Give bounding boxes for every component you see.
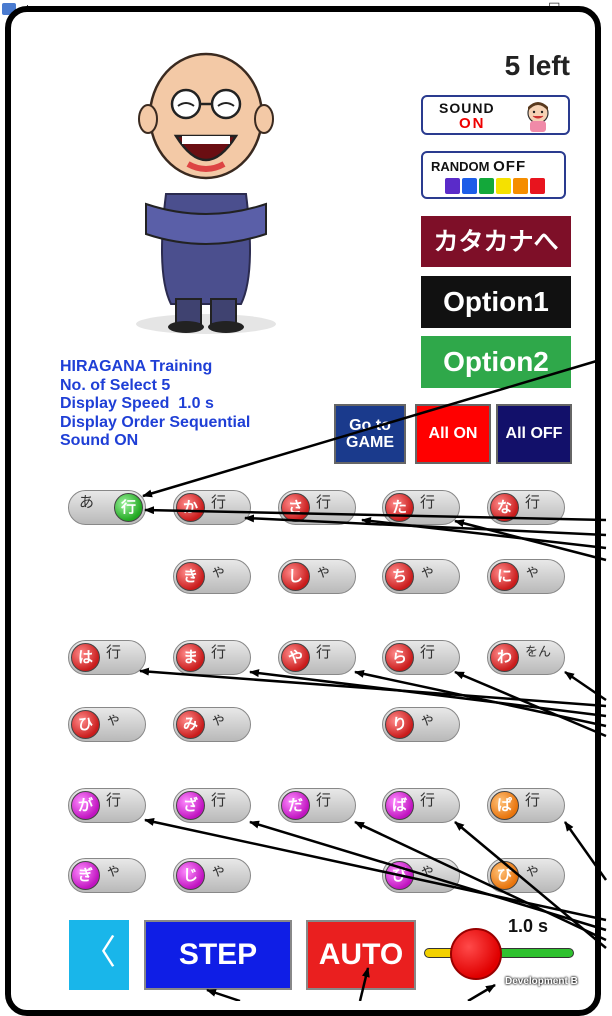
arrow-line (454, 821, 607, 949)
arrow-line (358, 967, 370, 1001)
arrow-line (354, 669, 607, 728)
arrow-line (564, 670, 607, 702)
arrow-line (563, 821, 608, 881)
arrow-line (249, 669, 607, 718)
arrow-line (454, 519, 607, 562)
arrow-line (144, 506, 607, 522)
annotation-arrows (139, 358, 608, 1001)
arrow-line (467, 983, 496, 1001)
arrow-line (144, 817, 607, 922)
arrow-line (142, 358, 601, 498)
arrow-line (206, 988, 241, 1001)
arrow-line (354, 820, 607, 942)
